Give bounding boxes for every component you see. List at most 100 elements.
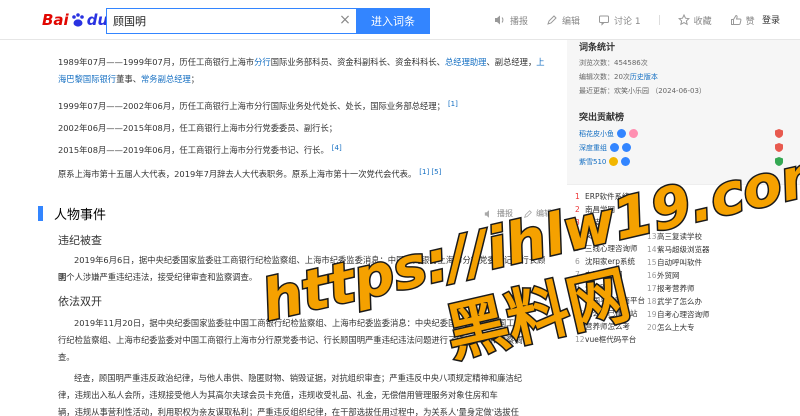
badge-icon xyxy=(609,157,619,166)
citation-ref[interactable]: [1] [5] xyxy=(419,168,441,176)
hot-list-item[interactable]: 2 南昌学网 xyxy=(575,204,615,215)
hot-list-item[interactable]: 9 中国马建网商平台 xyxy=(575,295,645,306)
contributor-name[interactable]: 深度重组 xyxy=(579,143,607,153)
inline-link[interactable]: 分行 xyxy=(254,57,271,67)
hot-list-item[interactable]: 8 外贸网 xyxy=(575,282,608,293)
hot-list-item[interactable]: 16外贸网 xyxy=(647,270,680,281)
career-paragraph: 2015年08月——2019年06月，任工商银行上海市分行党委书记、行长。 [4] xyxy=(58,142,552,159)
hot-list-item[interactable]: 4 文案 xyxy=(575,230,600,241)
section-title: 人物事件 xyxy=(54,208,107,223)
hot-title[interactable]: 武学了怎么办 xyxy=(657,297,702,306)
hot-title[interactable]: 紫马超级浏览器 xyxy=(657,245,710,254)
paragraph-text: 国际业务部科员、资金科副科长、资金科科长、 xyxy=(270,57,445,67)
broadcast-action[interactable]: 播报 xyxy=(494,14,528,27)
hot-list-item[interactable]: 13高三复读学校 xyxy=(647,231,702,242)
hot-rank: 19 xyxy=(647,310,657,319)
paragraph-line: 2019年11月20日，据中央纪委国家监委驻中国工商银行纪检监察组、上海市纪委监… xyxy=(74,318,532,328)
hot-title[interactable]: 安装 xyxy=(585,218,600,227)
subsection-title-expelled: 依法双开 xyxy=(58,295,102,308)
hot-title[interactable]: 报考营养师 xyxy=(657,284,695,293)
hot-list-item[interactable]: 3 安装 xyxy=(575,217,600,228)
section-heading-events: 人物事件 播报 编辑 xyxy=(38,202,552,224)
career-paragraph: 1999年07月——2002年06月，历任工商银行上海市分行国际业务处代处长、处… xyxy=(58,98,552,115)
edit-action[interactable]: 编辑 xyxy=(546,14,580,27)
hot-list-item[interactable]: 19自考心理咨询师 xyxy=(647,309,710,320)
hot-title[interactable]: 自考心理咨询师 xyxy=(657,310,710,319)
paragraph-text: 2002年06月——2015年08月，任工商银行上海市分行党委委员、副行长； xyxy=(58,123,338,133)
hot-list-item[interactable]: 15自动呼叫软件 xyxy=(647,257,702,268)
hot-list-item[interactable]: 6 沈阳家erp系统 xyxy=(575,256,635,267)
hot-list-item[interactable]: 7 中国商业网 xyxy=(575,269,623,280)
hot-title[interactable]: 外贸网 xyxy=(657,271,680,280)
badge-icon xyxy=(622,143,631,152)
stat-label: 编辑次数： xyxy=(579,73,614,81)
hot-title[interactable]: 高三复读学校 xyxy=(657,232,702,241)
hot-rank: 20 xyxy=(647,323,657,332)
hot-title[interactable]: 三线心理咨询师 xyxy=(585,244,638,253)
citation-ref[interactable]: [4] xyxy=(332,144,342,152)
hot-rank: 7 xyxy=(575,270,580,279)
paragraph-line: 明个人涉嫌严重违纪违法，接受纪律审查和监察调查。 xyxy=(58,272,258,282)
contributor-name[interactable]: 稻花皮小鱼 xyxy=(579,129,614,139)
hot-title[interactable]: 自动呼叫软件 xyxy=(657,258,702,267)
hot-title[interactable]: 怎么自己建网站 xyxy=(585,309,638,318)
hot-title[interactable]: 中国商业网 xyxy=(585,270,623,279)
hot-list-item[interactable]: 12vue框代码平台 xyxy=(575,334,636,345)
hot-list-item[interactable]: 17报考营养师 xyxy=(647,283,695,294)
hot-list-item[interactable]: 5 三线心理咨询师 xyxy=(575,243,638,254)
star-icon xyxy=(677,14,690,26)
paragraph-text: 1989年07月——1999年07月，历任工商银行上海市 xyxy=(58,57,255,67)
hot-title[interactable]: 南昌学网 xyxy=(585,205,615,214)
contributor-row[interactable]: 紫雪510 xyxy=(579,156,789,167)
citation-ref[interactable]: [1] xyxy=(448,100,458,108)
inline-link[interactable]: 常务副总经理 xyxy=(141,74,191,84)
logo-du-text: du xyxy=(86,11,109,29)
hot-list-item[interactable]: 10怎么自己建网站 xyxy=(575,308,638,319)
badge-icon xyxy=(621,157,631,166)
like-action[interactable]: 赞 xyxy=(730,14,755,27)
clear-icon[interactable]: × xyxy=(338,13,352,27)
paragraph-line: 律，违规出入私人会所，违规接受他人为其高尔夫球会员卡充值，违规收受礼品、礼金，无… xyxy=(58,390,498,400)
badge-icon xyxy=(617,129,626,138)
section-broadcast-link[interactable]: 播报 xyxy=(497,208,513,219)
pencil-icon xyxy=(547,15,557,25)
stat-label: 浏览次数： xyxy=(579,59,614,67)
hot-title[interactable]: 怎么上大专 xyxy=(657,323,695,332)
action-divider xyxy=(658,15,660,25)
hot-title[interactable]: ERP软件系统 xyxy=(585,192,629,201)
discuss-action[interactable]: 讨论 1 xyxy=(598,14,641,27)
hot-title[interactable]: 中国马建网商平台 xyxy=(585,296,645,305)
contributor-row[interactable]: 深度重组 xyxy=(579,142,789,153)
history-link[interactable]: 历史版本 xyxy=(630,73,658,81)
contributor-name[interactable]: 紫雪510 xyxy=(579,157,606,167)
favorite-action[interactable]: 收藏 xyxy=(677,14,712,27)
search-input[interactable] xyxy=(106,8,356,34)
inline-link[interactable]: 总经理助理 xyxy=(445,57,487,67)
paragraph-text: 、副总经理， xyxy=(486,57,537,67)
hot-list-item[interactable]: 14紫马超级浏览器 xyxy=(647,244,710,255)
hot-title[interactable]: 营养师怎么考 xyxy=(585,322,630,331)
section-actions: 播报 编辑 xyxy=(484,208,552,219)
hot-title[interactable]: vue框代码平台 xyxy=(585,335,636,344)
career-paragraph: 原系上海市第十五届人大代表，2019年7月辞去人大代表职务。原系上海市第十一次党… xyxy=(58,166,552,183)
hot-title[interactable]: 文案 xyxy=(585,231,600,240)
paragraph-line: 行纪检监察组、上海市纪委监委对中国工商银行上海市分行原党委书记、行长顾国明严重违… xyxy=(58,335,523,345)
discuss-label: 讨论 1 xyxy=(614,16,641,27)
hot-list-item[interactable]: 11营养师怎么考 xyxy=(575,321,630,332)
hot-rank: 18 xyxy=(647,297,657,306)
hot-title[interactable]: 沈阳家erp系统 xyxy=(585,257,635,266)
hot-rank: 5 xyxy=(575,244,580,253)
hot-rank: 9 xyxy=(575,296,580,305)
enter-entry-button[interactable]: 进入词条 xyxy=(356,8,430,34)
hot-title[interactable]: 外贸网 xyxy=(585,283,608,292)
contributor-row[interactable]: 稻花皮小鱼 xyxy=(579,128,789,139)
hot-list-item[interactable]: 18武学了怎么办 xyxy=(647,296,702,307)
hot-list-item[interactable]: 20怎么上大专 xyxy=(647,322,695,333)
section-marker xyxy=(38,206,43,221)
hot-list-item[interactable]: 1 ERP软件系统 xyxy=(575,191,629,202)
broadcast-label: 播报 xyxy=(510,16,529,27)
login-link[interactable]: 登录 xyxy=(762,13,780,26)
level-shield-icon xyxy=(775,157,783,166)
paragraph-line: 辆，违规从事营利性活动，利用职权为亲友谋取私利；严重违反组织纪律，在干部选拔任用… xyxy=(58,407,519,416)
section-edit-link[interactable]: 编辑 xyxy=(536,208,552,219)
